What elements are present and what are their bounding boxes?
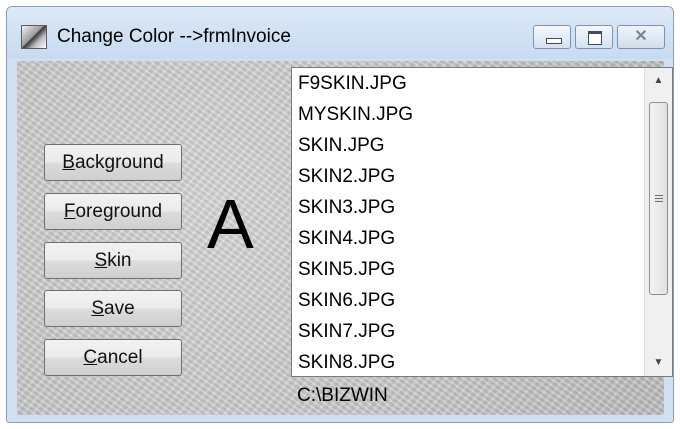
app-icon[interactable] (21, 25, 47, 49)
scrollbar-thumb[interactable] (649, 102, 668, 295)
grip-icon (655, 195, 663, 203)
list-item[interactable]: SKIN5.JPG (292, 254, 644, 285)
background-button-label: ackground (74, 152, 164, 173)
maximize-icon (588, 31, 602, 45)
current-path-label: C:\BIZWIN (297, 385, 388, 406)
background-button-accel: B (62, 152, 75, 173)
list-item[interactable]: SKIN.JPG (292, 130, 644, 161)
list-item[interactable]: SKIN4.JPG (292, 223, 644, 254)
list-item[interactable]: MYSKIN.JPG (292, 99, 644, 130)
window-title: Change Color -->frmInvoice (57, 26, 291, 47)
change-color-window: Change Color -->frmInvoice ✕ Background … (6, 6, 674, 423)
cancel-button[interactable]: Cancel (44, 339, 182, 376)
foreground-button-label: oreground (75, 201, 163, 222)
skin-button-label: kin (107, 250, 132, 271)
cancel-button-accel: C (83, 347, 98, 368)
save-button-label: ave (104, 298, 135, 319)
skin-file-items: F9SKIN.JPG MYSKIN.JPG SKIN.JPG SKIN2.JPG… (292, 68, 644, 376)
skin-button[interactable]: Skin (44, 242, 182, 279)
save-button[interactable]: Save (44, 290, 182, 327)
caption-buttons: ✕ (529, 25, 665, 49)
vertical-scrollbar[interactable]: ▲ ▼ (644, 68, 672, 376)
title-bar[interactable]: Change Color -->frmInvoice ✕ (7, 7, 673, 59)
save-button-accel: S (91, 298, 105, 319)
scroll-down-icon[interactable]: ▼ (645, 350, 672, 376)
close-button[interactable]: ✕ (617, 25, 665, 49)
close-icon: ✕ (634, 28, 648, 45)
client-area: Background Foreground Skin Save Cancel A… (17, 61, 673, 415)
list-item[interactable]: SKIN7.JPG (292, 316, 644, 347)
foreground-button[interactable]: Foreground (44, 193, 182, 230)
scroll-up-icon[interactable]: ▲ (645, 68, 672, 94)
list-item[interactable]: SKIN2.JPG (292, 161, 644, 192)
list-item[interactable]: SKIN6.JPG (292, 285, 644, 316)
color-preview-letter: A (207, 185, 254, 263)
list-item[interactable]: F9SKIN.JPG (292, 68, 644, 99)
list-item[interactable]: SKIN3.JPG (292, 192, 644, 223)
list-item[interactable]: SKIN8.JPG (292, 347, 644, 376)
foreground-button-accel: F (63, 201, 76, 222)
skin-file-list[interactable]: F9SKIN.JPG MYSKIN.JPG SKIN.JPG SKIN2.JPG… (291, 67, 673, 377)
background-button[interactable]: Background (44, 144, 182, 181)
cancel-button-label: ancel (97, 347, 143, 368)
skin-button-accel: S (94, 250, 108, 271)
minimize-button[interactable] (533, 25, 571, 49)
maximize-button[interactable] (575, 25, 613, 49)
minimize-icon (546, 38, 562, 44)
